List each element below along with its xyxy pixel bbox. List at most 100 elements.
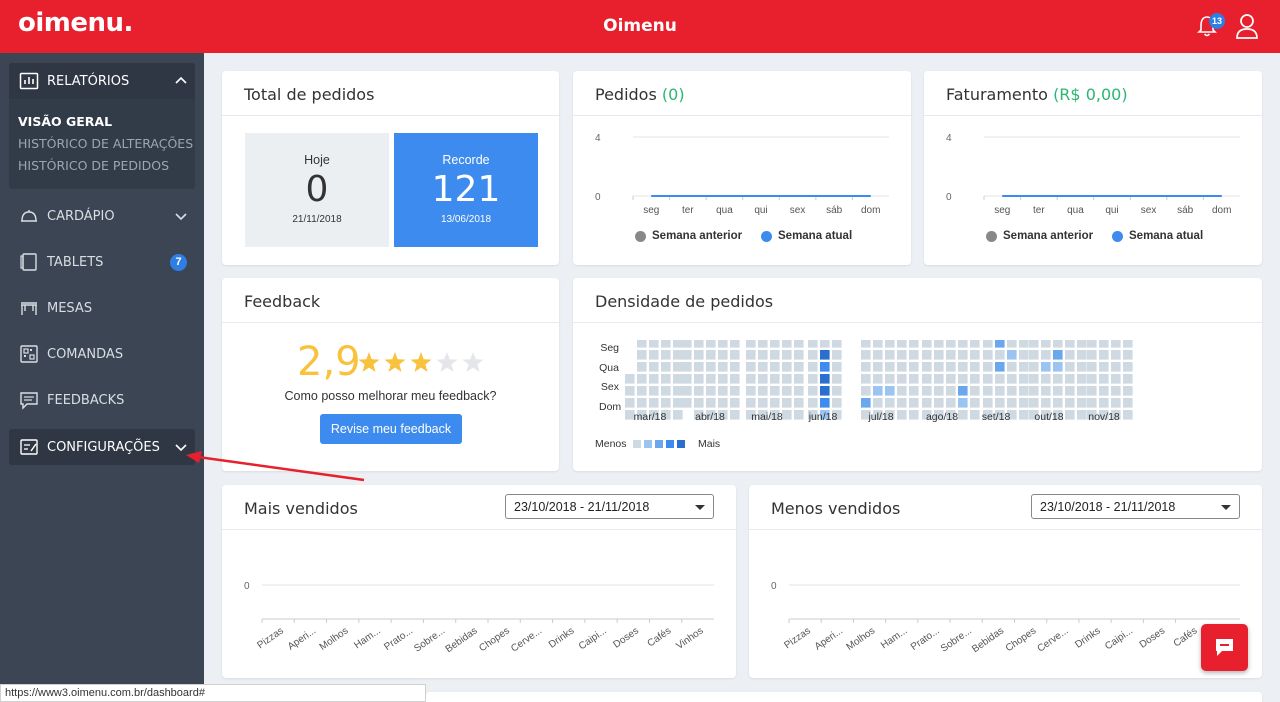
density-cell bbox=[897, 386, 907, 396]
density-cell bbox=[934, 362, 944, 372]
density-cell bbox=[808, 340, 818, 348]
today-box: Hoje 0 21/11/2018 bbox=[245, 133, 389, 247]
density-cell bbox=[861, 350, 871, 360]
x-tick-label: Pizzas bbox=[782, 625, 812, 651]
mais-vendidos-card: Mais vendidos 23/10/2018 - 21/11/2018 0 P… bbox=[222, 485, 736, 678]
today-date: 21/11/2018 bbox=[292, 214, 342, 225]
pedidos-card: Pedidos (0) 0 4 seg ter qua qui sex sáb dom Sema… bbox=[573, 71, 911, 265]
x-tick-label: Drinks bbox=[1073, 625, 1103, 650]
density-cell bbox=[922, 398, 932, 408]
sidebar-item-comandas[interactable]: COMANDAS bbox=[9, 336, 195, 372]
density-cell bbox=[1019, 340, 1029, 348]
sidebar-subitem-visao-geral[interactable]: VISÃO GERAL bbox=[18, 114, 112, 129]
sidebar-item-mesas[interactable]: MESAS bbox=[9, 290, 195, 326]
density-cell bbox=[730, 350, 740, 360]
date-range-select[interactable]: 23/10/2018 - 21/11/2018 bbox=[1031, 494, 1240, 519]
density-cell bbox=[673, 374, 683, 384]
density-cell bbox=[625, 386, 635, 396]
legend-label: Semana atual bbox=[778, 230, 853, 242]
density-cell bbox=[770, 374, 780, 384]
x-tick-label: Cafés bbox=[646, 625, 674, 649]
density-cell bbox=[922, 362, 932, 372]
density-cell bbox=[661, 350, 671, 360]
density-cell bbox=[730, 398, 740, 408]
y-tick-label: 0 bbox=[244, 581, 250, 592]
sidebar-item-label: CONFIGURAÇÕES bbox=[47, 440, 160, 455]
date-range-value: 23/10/2018 - 21/11/2018 bbox=[1040, 500, 1176, 514]
x-tick-label: sex bbox=[790, 205, 806, 216]
sidebar-subitem-historico-pedidos[interactable]: HISTÓRICO DE PEDIDOS bbox=[18, 158, 169, 173]
sidebar-item-relatorios[interactable]: RELATÓRIOS bbox=[9, 63, 195, 99]
density-cell bbox=[1029, 340, 1039, 348]
density-cell bbox=[1065, 362, 1075, 372]
density-cell bbox=[958, 374, 968, 384]
sidebar-subitem-historico-alteracoes[interactable]: HISTÓRICO DE ALTERAÇÕES bbox=[18, 136, 193, 151]
density-cell bbox=[682, 398, 692, 408]
density-cell bbox=[770, 350, 780, 360]
sidebar-item-cardapio[interactable]: CARDÁPIO bbox=[9, 198, 195, 234]
x-tick-label: sáb bbox=[1177, 205, 1194, 216]
density-cell bbox=[1007, 374, 1017, 384]
sidebar-item-label: TABLETS bbox=[47, 255, 104, 270]
settings-icon bbox=[20, 439, 38, 455]
today-label: Hoje bbox=[304, 153, 330, 167]
density-cell bbox=[909, 386, 919, 396]
density-cell bbox=[897, 362, 907, 372]
density-cell bbox=[958, 350, 968, 360]
density-cell bbox=[758, 350, 768, 360]
chat-button[interactable] bbox=[1201, 624, 1248, 671]
weekday-label: Seg bbox=[600, 342, 619, 354]
density-cell bbox=[995, 398, 1005, 408]
density-cell bbox=[958, 386, 968, 396]
density-cell bbox=[730, 362, 740, 372]
density-cell bbox=[1077, 398, 1087, 408]
density-cell bbox=[861, 374, 871, 384]
review-feedback-button[interactable]: Revise meu feedback bbox=[320, 414, 462, 444]
density-heatmap bbox=[625, 340, 1133, 420]
density-cell bbox=[770, 362, 780, 372]
density-cell bbox=[1087, 350, 1097, 360]
date-range-select[interactable]: 23/10/2018 - 21/11/2018 bbox=[505, 494, 714, 519]
month-label: jul/18 bbox=[868, 411, 894, 423]
month-label: ago/18 bbox=[925, 411, 959, 423]
density-cell bbox=[694, 340, 704, 348]
feedback-rating: 2,9 bbox=[297, 339, 361, 385]
density-cell bbox=[909, 374, 919, 384]
y-tick-label: 0 bbox=[946, 192, 952, 203]
legend-label: Semana anterior bbox=[1003, 230, 1094, 242]
density-cell bbox=[758, 374, 768, 384]
density-cell bbox=[730, 374, 740, 384]
density-cell bbox=[730, 340, 740, 348]
density-cell bbox=[861, 398, 871, 408]
density-cell bbox=[782, 362, 792, 372]
density-cell bbox=[1041, 374, 1051, 384]
x-tick-label: Caipi... bbox=[577, 625, 609, 652]
density-cell bbox=[958, 362, 968, 372]
sidebar-item-tablets[interactable]: TABLETS bbox=[9, 244, 195, 280]
record-label: Recorde bbox=[442, 153, 490, 167]
density-cell bbox=[885, 350, 895, 360]
browser-status-url: https://www3.oimenu.com.br/dashboard# bbox=[0, 684, 426, 702]
density-cell bbox=[1099, 350, 1109, 360]
x-tick-label: Cerve... bbox=[1036, 625, 1071, 654]
tablet-icon bbox=[20, 253, 37, 271]
sidebar-item-label: COMANDAS bbox=[47, 347, 124, 362]
density-cell bbox=[1029, 386, 1039, 396]
oimenu-logo[interactable]: oimenu. bbox=[18, 8, 133, 38]
user-icon[interactable] bbox=[1234, 12, 1260, 40]
density-cell bbox=[1041, 362, 1051, 372]
density-cell bbox=[1087, 386, 1097, 396]
density-cell bbox=[694, 362, 704, 372]
density-cell bbox=[758, 398, 768, 408]
star-empty-icon bbox=[462, 352, 484, 372]
density-cell bbox=[637, 386, 647, 396]
x-tick-label: seg bbox=[994, 205, 1010, 216]
sidebar-item-configuracoes[interactable]: CONFIGURAÇÕES bbox=[9, 429, 195, 465]
density-cell bbox=[873, 340, 883, 348]
density-cell bbox=[808, 386, 818, 396]
x-tick-label: ter bbox=[682, 205, 694, 216]
sidebar-item-feedbacks[interactable]: FEEDBACKS bbox=[9, 382, 195, 418]
density-cell bbox=[1065, 386, 1075, 396]
density-cell bbox=[1019, 374, 1029, 384]
density-cell bbox=[782, 398, 792, 408]
